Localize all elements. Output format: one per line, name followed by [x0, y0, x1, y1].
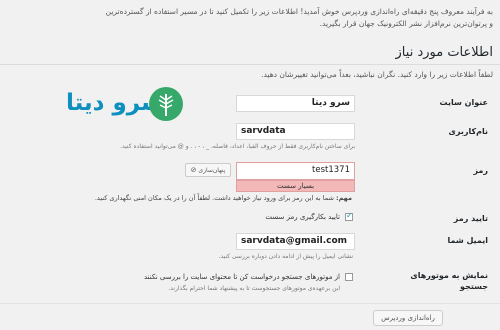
search-engines-hint: این برعهده‌ی موتورهای جستجوست تا به پیشن… — [168, 285, 340, 292]
hide-button-label: پنهان‌سازی — [198, 167, 226, 174]
search-engines-label: نمایش به موتورهای جستجو — [368, 270, 488, 292]
sarvdata-logo: سرو دیتا — [66, 86, 184, 122]
confirm-password-label: تایید رمز — [453, 214, 488, 223]
confirm-weak-password-label: تایید بکارگیری رمز سست — [265, 213, 340, 221]
search-engines-label-line-2: جستجو — [460, 282, 488, 291]
username-input[interactable]: sarvdata — [236, 123, 355, 140]
confirm-weak-password-checkbox[interactable] — [345, 211, 353, 221]
email-input[interactable]: sarvdata@gmail.com — [236, 233, 355, 250]
section-title: اطلاعات مورد نیاز — [395, 45, 493, 60]
username-hint: برای ساختن نام‌کاربری فقط از حروف الفبا،… — [120, 143, 355, 150]
hide-password-button[interactable]: پنهان‌سازی ⊘ — [185, 163, 231, 177]
password-strength-indicator: بسیار سست — [236, 180, 355, 192]
tree-icon — [149, 87, 183, 121]
important-text: شما به این رمز برای ورود نیاز خواهید داش… — [94, 194, 334, 202]
discourage-search-engines-label: از موتورهای جستجو درخواست کن تا محتوای س… — [143, 273, 340, 281]
intro-line-1: به فرآیند معروف پنج دقیقه‌ای راه‌اندازی … — [105, 7, 493, 16]
password-input[interactable]: test1371 — [236, 162, 355, 180]
site-title-label: عنوان سایت — [439, 98, 488, 107]
intro-text: به فرآیند معروف پنج دقیقه‌ای راه‌اندازی … — [5, 6, 493, 30]
important-label: مهم: — [335, 194, 352, 202]
password-label: رمز — [473, 166, 488, 175]
site-title-input[interactable]: سرو دیتا — [236, 95, 355, 112]
username-label: نام‌کاربری — [448, 127, 488, 136]
instructions: لطفاً اطلاعات زیر را وارد کنید. نگران نب… — [261, 70, 493, 79]
eye-slash-icon: ⊘ — [190, 166, 197, 174]
email-hint: نشانی ایمیل را پیش از ادامه دادن دوباره … — [218, 253, 353, 260]
install-page: به فرآیند معروف پنج دقیقه‌ای راه‌اندازی … — [0, 0, 500, 330]
install-wordpress-button[interactable]: راه‌اندازی وردپرس — [373, 310, 443, 326]
password-important-note: مهم: شما به این رمز برای ورود نیاز خواهی… — [95, 194, 352, 202]
divider — [0, 64, 500, 65]
discourage-search-engines-checkbox[interactable] — [345, 273, 353, 281]
intro-line-2: و پرتوان‌ترین نرم‌افزار نشر الکترونیک جه… — [319, 19, 493, 28]
divider — [0, 303, 500, 304]
email-label: ایمیل شما — [447, 236, 488, 245]
search-engines-label-line-1: نمایش به موتورهای — [410, 271, 488, 280]
